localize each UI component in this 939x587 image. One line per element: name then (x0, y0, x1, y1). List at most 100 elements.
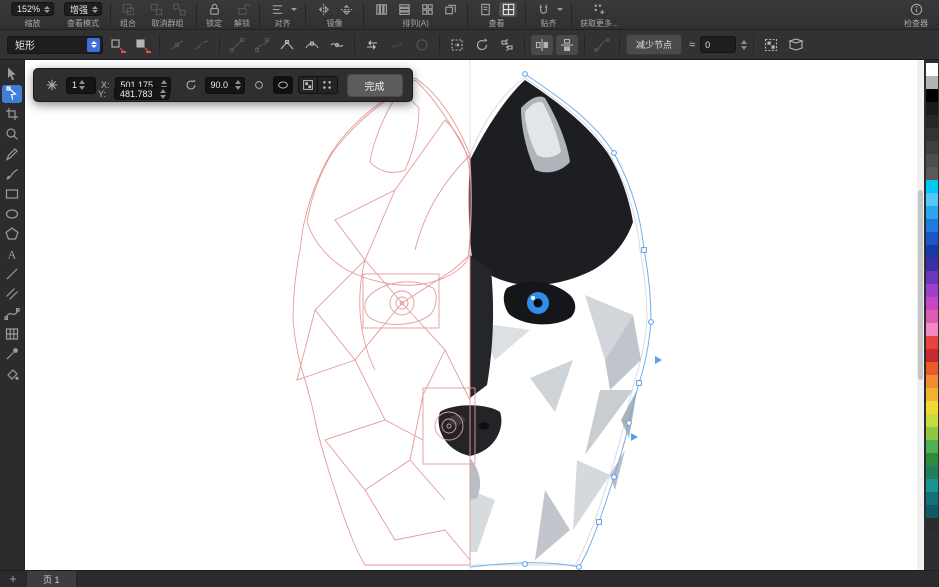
color-swatch[interactable] (926, 401, 938, 414)
color-swatch[interactable] (926, 349, 938, 362)
close-curve-button[interactable] (411, 35, 433, 55)
ellipse-tool[interactable] (2, 205, 22, 223)
color-swatch[interactable] (926, 323, 938, 336)
rotate-nodes-button[interactable] (471, 35, 493, 55)
chevron-down-icon[interactable] (291, 8, 297, 11)
cusp-node-button[interactable] (276, 35, 298, 55)
rectangle-tool[interactable] (2, 185, 22, 203)
color-swatch[interactable] (926, 245, 938, 258)
mirror-vertical-icon[interactable] (337, 2, 355, 17)
line-tool[interactable] (2, 265, 22, 283)
vertical-scrollbar[interactable] (917, 60, 924, 570)
smooth-node-button[interactable] (301, 35, 323, 55)
to-curve-button[interactable] (251, 35, 273, 55)
curve-smoothness-stepper[interactable] (741, 40, 747, 50)
preset-combo[interactable]: 矩形 (7, 36, 103, 54)
align-nodes-button[interactable] (496, 35, 518, 55)
color-swatch[interactable] (926, 115, 938, 128)
combine-icon[interactable] (119, 2, 137, 17)
reverse-direction-button[interactable] (361, 35, 383, 55)
angle-stepper[interactable] (235, 80, 241, 90)
group-icon[interactable] (147, 2, 165, 17)
done-button[interactable]: 完成 (347, 74, 403, 97)
reduce-nodes-button[interactable]: 减少节点 (626, 34, 682, 55)
arrange-stack-icon[interactable] (441, 2, 459, 17)
color-swatch[interactable] (926, 375, 938, 388)
fill-tool[interactable] (2, 365, 22, 383)
y-stepper[interactable] (160, 89, 166, 99)
to-line-button[interactable] (226, 35, 248, 55)
angle-field[interactable]: 90.0 (205, 77, 245, 94)
color-swatch[interactable] (926, 271, 938, 284)
color-swatch[interactable] (926, 297, 938, 310)
node-dots-toggle[interactable] (318, 76, 338, 94)
zoom-dropdown[interactable]: 152% (11, 2, 54, 16)
snap-magnet-icon[interactable] (534, 2, 552, 17)
count-field[interactable]: 1 (66, 77, 96, 94)
align-icon[interactable] (268, 2, 286, 17)
symmetric-node-button[interactable] (326, 35, 348, 55)
parallel-line-tool[interactable] (2, 285, 22, 303)
color-swatch[interactable] (926, 219, 938, 232)
color-swatch[interactable] (926, 284, 938, 297)
color-swatch[interactable] (926, 492, 938, 505)
color-swatch[interactable] (926, 102, 938, 115)
curve-smoothness-field[interactable]: 0 (700, 36, 736, 53)
color-swatch[interactable] (926, 453, 938, 466)
color-swatch[interactable] (926, 89, 938, 102)
page-tab[interactable]: 页 1 (26, 571, 77, 587)
color-swatch[interactable] (926, 336, 938, 349)
view-grid-icon[interactable] (499, 2, 517, 17)
bezier-tool[interactable] (2, 305, 22, 323)
unlock-icon[interactable] (233, 2, 251, 17)
shape-tool[interactable] (2, 85, 22, 103)
color-swatch[interactable] (926, 414, 938, 427)
artistic-media-tool[interactable] (2, 165, 22, 183)
y-field[interactable]: 481.783 (114, 87, 170, 100)
arrange-columns-icon[interactable] (372, 2, 390, 17)
color-swatch[interactable] (926, 388, 938, 401)
color-swatch[interactable] (926, 362, 938, 375)
view-page-icon[interactable] (476, 2, 494, 17)
color-swatch[interactable] (926, 427, 938, 440)
inspector-icon[interactable] (907, 2, 925, 17)
crop-tool[interactable] (2, 105, 22, 123)
scrollbar-thumb[interactable] (918, 190, 923, 380)
join-nodes-button[interactable] (166, 35, 188, 55)
select-all-nodes-button[interactable] (760, 35, 782, 55)
arrange-grid-icon[interactable] (418, 2, 436, 17)
color-swatch[interactable] (926, 518, 938, 531)
reflect-horizontal-button[interactable] (531, 35, 553, 55)
color-swatch[interactable] (926, 63, 938, 76)
color-swatch[interactable] (926, 310, 938, 323)
color-swatch[interactable] (926, 154, 938, 167)
node-grid-toggle[interactable] (298, 76, 318, 94)
eyedropper-tool[interactable] (2, 345, 22, 363)
color-swatch[interactable] (926, 505, 938, 518)
pick-tool[interactable] (2, 65, 22, 83)
zoom-tool[interactable] (2, 125, 22, 143)
color-swatch[interactable] (926, 141, 938, 154)
view-mode-dropdown[interactable]: 增强 (64, 2, 102, 16)
add-page-button[interactable]: + (0, 571, 26, 587)
color-swatch[interactable] (926, 440, 938, 453)
box-select-mode-button[interactable] (785, 35, 807, 55)
lock-icon[interactable] (205, 2, 223, 17)
color-swatch[interactable] (926, 76, 938, 89)
add-node-button[interactable] (106, 35, 128, 55)
drawing-canvas[interactable]: 1 X: 501.175 Y: 481.783 90.0 (25, 60, 917, 570)
mesh-tool[interactable] (2, 325, 22, 343)
break-node-button[interactable] (191, 35, 213, 55)
reflect-vertical-button[interactable] (556, 35, 578, 55)
circle-icon[interactable] (250, 77, 268, 94)
chevron-down-icon[interactable] (557, 8, 563, 11)
color-swatch[interactable] (926, 479, 938, 492)
ellipse-toggle[interactable] (273, 76, 293, 94)
ungroup-icon[interactable] (170, 2, 188, 17)
arrange-rows-icon[interactable] (395, 2, 413, 17)
color-swatch[interactable] (926, 258, 938, 271)
get-more-icon[interactable] (590, 2, 608, 17)
color-swatch[interactable] (926, 193, 938, 206)
stretch-nodes-button[interactable] (446, 35, 468, 55)
extend-close-button[interactable] (386, 35, 408, 55)
